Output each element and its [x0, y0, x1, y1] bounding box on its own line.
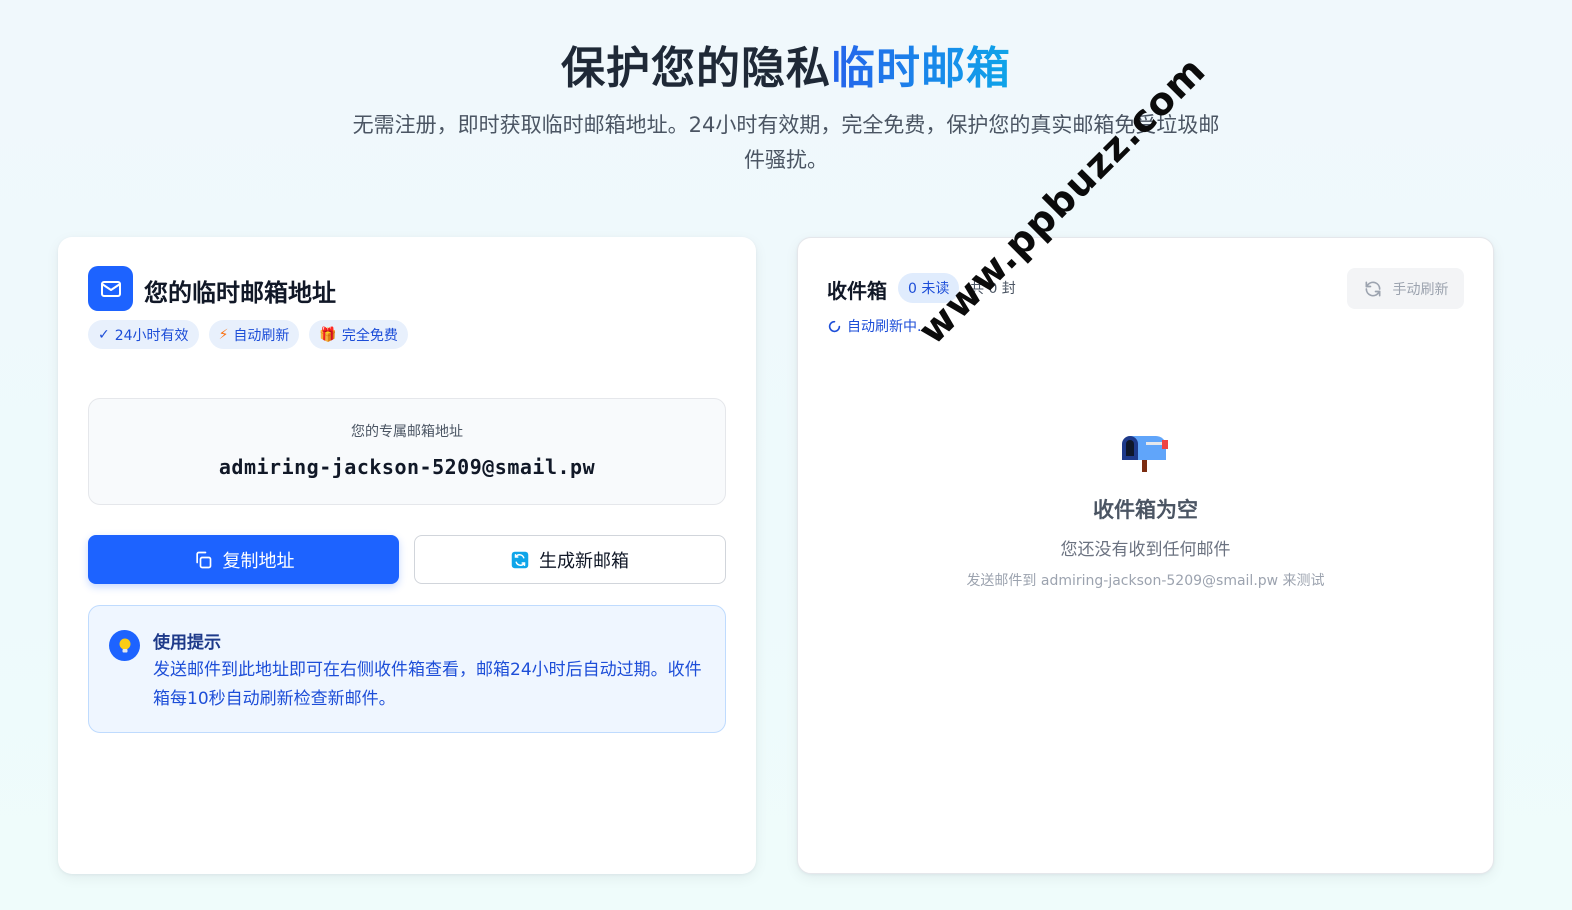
inbox-title: 收件箱	[827, 279, 887, 303]
auto-refresh-status: 自动刷新中...	[828, 316, 930, 336]
generate-new-email-button[interactable]: 生成新邮箱	[414, 535, 726, 584]
pill-label: 完全免费	[341, 327, 398, 344]
pill-label: 自动刷新	[233, 327, 290, 344]
page-subtitle: 无需注册，即时获取临时邮箱地址。24小时有效期，完全免费，保护您的真实邮箱免受垃…	[352, 113, 1220, 172]
spinner-icon	[828, 320, 841, 332]
empty-hint: 发送邮件到 admiring-jackson-5209@smail.pw 来测试	[966, 573, 1325, 589]
copy-address-button[interactable]: 复制地址	[88, 535, 399, 584]
email-address-value[interactable]: admiring-jackson-5209@smail.pw	[89, 455, 725, 479]
email-address-box: 您的专属邮箱地址 admiring-jackson-5209@smail.pw	[88, 398, 726, 505]
refresh-icon	[1365, 281, 1380, 296]
mailbox-icon	[1121, 436, 1168, 472]
empty-inbox-state: 收件箱为空 您还没有收到任何邮件 发送邮件到 admiring-jackson-…	[798, 432, 1493, 589]
pill-free: 🎁 完全免费	[309, 320, 408, 349]
pill-auto-refresh: ⚡ 自动刷新	[208, 320, 300, 349]
inbox-card: 收件箱 0 未读 共 0 封 自动刷新中... 手动刷新 收件箱为空 您还没有收…	[797, 237, 1494, 874]
gift-icon: 🎁	[319, 326, 337, 343]
card-title: 您的临时邮箱地址	[144, 279, 336, 307]
new-button-label: 生成新邮箱	[539, 550, 629, 572]
address-label: 您的专属邮箱地址	[351, 424, 463, 440]
tip-title: 使用提示	[153, 633, 221, 653]
refresh-icon	[511, 551, 529, 568]
lightning-icon: ⚡	[218, 326, 229, 343]
copy-button-label: 复制地址	[222, 550, 295, 572]
pill-label: 24小时有效	[114, 327, 189, 344]
unread-badge: 0 未读	[898, 273, 960, 303]
pill-24h: ✓ 24小时有效	[88, 320, 199, 349]
page-title: 保护您的隐私临时邮箱	[0, 32, 1572, 96]
manual-refresh-button[interactable]: 手动刷新	[1347, 268, 1464, 309]
check-icon: ✓	[98, 326, 110, 343]
page-title-main: 保护您的隐私	[561, 43, 831, 94]
mail-icon	[88, 266, 133, 311]
total-count: 共 0 封	[970, 281, 1016, 297]
auto-status-label: 自动刷新中...	[847, 319, 931, 335]
lightbulb-icon	[109, 630, 140, 661]
copy-icon	[195, 551, 211, 568]
empty-title: 收件箱为空	[1093, 498, 1198, 522]
feature-pills: ✓ 24小时有效 ⚡ 自动刷新 🎁 完全免费	[88, 320, 408, 349]
page-title-accent: 临时邮箱	[831, 43, 1011, 94]
tip-text: 发送邮件到此地址即可在右侧收件箱查看，邮箱24小时后自动过期。收件箱每10秒自动…	[153, 660, 702, 709]
refresh-button-label: 手动刷新	[1392, 281, 1449, 298]
email-address-card: 您的临时邮箱地址 ✓ 24小时有效 ⚡ 自动刷新 🎁 完全免费 您的专属邮箱地址…	[58, 237, 756, 874]
empty-subtitle: 您还没有收到任何邮件	[1060, 540, 1231, 560]
usage-tip-box: 使用提示 发送邮件到此地址即可在右侧收件箱查看，邮箱24小时后自动过期。收件箱每…	[88, 605, 726, 733]
